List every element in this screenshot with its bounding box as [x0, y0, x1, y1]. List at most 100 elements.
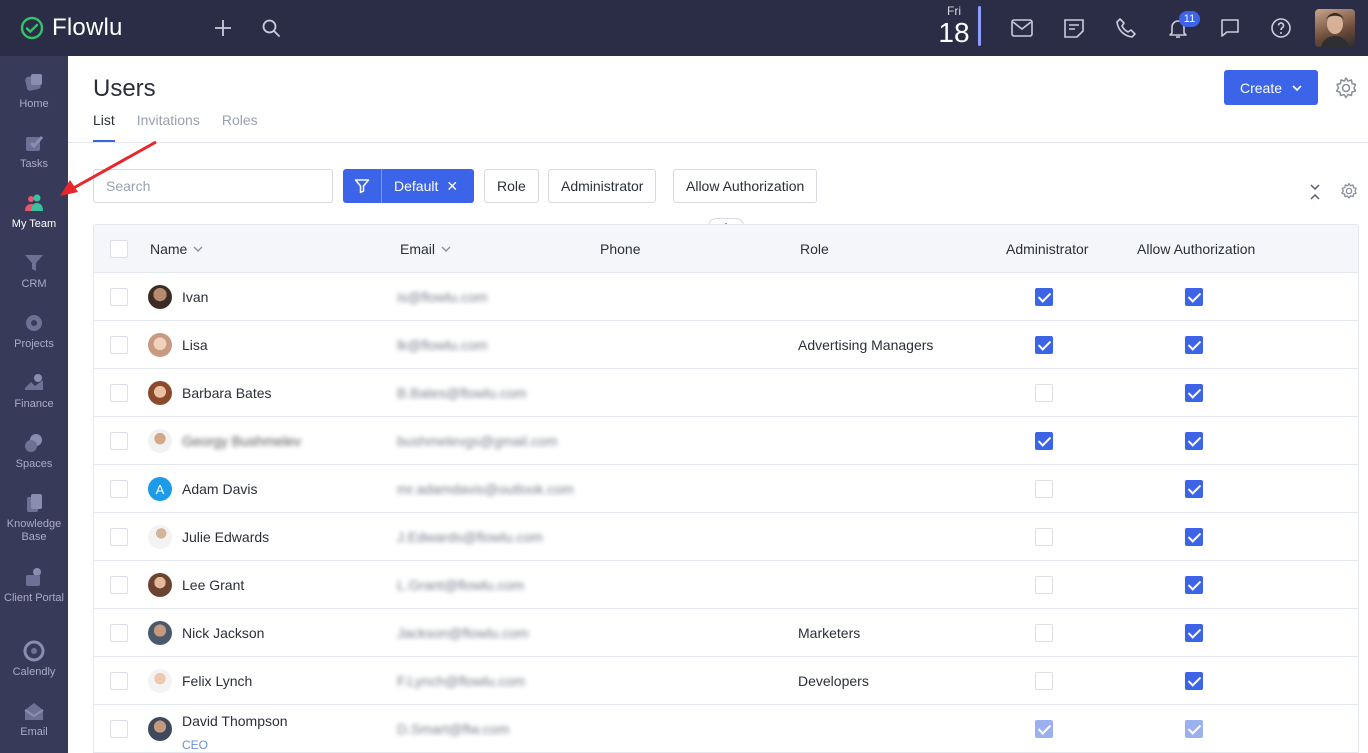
- administrator-checkbox[interactable]: [1035, 528, 1053, 546]
- sidebar-item-home[interactable]: Home: [0, 72, 68, 111]
- row-checkbox[interactable]: [110, 480, 128, 498]
- row-checkbox[interactable]: [110, 384, 128, 402]
- default-filter[interactable]: Default ✕: [343, 169, 474, 203]
- user-name[interactable]: Lisa: [182, 337, 208, 353]
- top-bar: Flowlu Fri 18 11: [0, 0, 1368, 56]
- row-checkbox[interactable]: [110, 336, 128, 354]
- user-name[interactable]: Julie Edwards: [182, 529, 269, 545]
- sidebar-item-crm[interactable]: CRM: [0, 252, 68, 291]
- user-name[interactable]: David Thompson: [182, 713, 288, 729]
- add-icon[interactable]: [209, 14, 237, 42]
- column-label: Role: [800, 241, 829, 257]
- table-row[interactable]: Felix Lynch F.Lynch@flowlu.com Developers: [94, 657, 1358, 705]
- calendly-icon: [23, 640, 45, 662]
- settings-gear-icon[interactable]: [1334, 76, 1358, 100]
- close-icon[interactable]: ✕: [446, 178, 458, 195]
- search-icon[interactable]: [257, 14, 285, 42]
- row-checkbox[interactable]: [110, 720, 128, 738]
- sidebar-label: Email: [20, 726, 48, 738]
- column-label: Email: [400, 241, 436, 257]
- allow-authorization-checkbox[interactable]: [1185, 288, 1203, 306]
- user-name[interactable]: Ivan: [182, 289, 208, 305]
- select-all-checkbox[interactable]: [110, 240, 128, 258]
- sidebar-item-knowledge-base[interactable]: Knowledge Base: [0, 492, 68, 544]
- row-checkbox[interactable]: [110, 672, 128, 690]
- table-settings-gear-icon[interactable]: [1340, 182, 1358, 200]
- date-widget[interactable]: Fri 18: [932, 4, 976, 48]
- user-name[interactable]: Georgy Bushmelev: [182, 433, 301, 449]
- allow-authorization-checkbox[interactable]: [1185, 480, 1203, 498]
- user-name[interactable]: Lee Grant: [182, 577, 244, 593]
- administrator-checkbox[interactable]: [1035, 624, 1053, 642]
- administrator-checkbox[interactable]: [1035, 480, 1053, 498]
- sidebar-item-projects[interactable]: Projects: [0, 312, 68, 351]
- mail-icon[interactable]: [1008, 14, 1036, 42]
- allow-authorization-checkbox[interactable]: [1185, 528, 1203, 546]
- column-header-email[interactable]: Email: [400, 241, 451, 257]
- user-email: D.Smart@flw.com: [397, 721, 510, 737]
- administrator-checkbox[interactable]: [1035, 288, 1053, 306]
- row-checkbox[interactable]: [110, 528, 128, 546]
- allow-authorization-checkbox[interactable]: [1185, 720, 1203, 738]
- phone-icon[interactable]: [1112, 14, 1140, 42]
- allow-authorization-checkbox[interactable]: [1185, 432, 1203, 450]
- notes-icon[interactable]: [1060, 14, 1088, 42]
- sidebar-item-calendly[interactable]: Calendly: [0, 640, 68, 679]
- sidebar-item-spaces[interactable]: Spaces: [0, 432, 68, 471]
- allow-authorization-checkbox[interactable]: [1185, 576, 1203, 594]
- administrator-checkbox[interactable]: [1035, 576, 1053, 594]
- table-row[interactable]: David Thompson CEO D.Smart@flw.com: [94, 705, 1358, 753]
- user-name[interactable]: Nick Jackson: [182, 625, 264, 641]
- help-icon[interactable]: [1267, 14, 1295, 42]
- column-header-phone[interactable]: Phone: [600, 241, 640, 257]
- column-header-allow-authorization[interactable]: Allow Authorization: [1137, 241, 1255, 257]
- sidebar-item-client-portal[interactable]: Client Portal: [0, 566, 68, 605]
- create-button[interactable]: Create: [1224, 70, 1318, 105]
- administrator-checkbox[interactable]: [1035, 336, 1053, 354]
- app-logo[interactable]: Flowlu: [20, 14, 123, 42]
- allow-authorization-checkbox[interactable]: [1185, 384, 1203, 402]
- column-header-role[interactable]: Role: [800, 241, 829, 257]
- administrator-checkbox[interactable]: [1035, 672, 1053, 690]
- sidebar-label: Home: [19, 98, 49, 110]
- tab-roles[interactable]: Roles: [222, 112, 258, 142]
- filter-chip-allow-authorization[interactable]: Allow Authorization: [673, 169, 818, 203]
- column-header-administrator[interactable]: Administrator: [1006, 241, 1088, 257]
- expand-collapse-icon[interactable]: [1308, 183, 1322, 201]
- user-name[interactable]: Barbara Bates: [182, 385, 272, 401]
- sidebar-label: Spaces: [15, 458, 53, 470]
- row-checkbox[interactable]: [110, 288, 128, 306]
- table-row[interactable]: A Adam Davis mr.adamdavis@outlook.com: [94, 465, 1358, 513]
- table-row[interactable]: Nick Jackson Jackson@flowlu.com Marketers: [94, 609, 1358, 657]
- allow-authorization-checkbox[interactable]: [1185, 672, 1203, 690]
- row-checkbox[interactable]: [110, 432, 128, 450]
- sidebar-label: CRM: [21, 278, 47, 290]
- allow-authorization-checkbox[interactable]: [1185, 624, 1203, 642]
- administrator-checkbox[interactable]: [1035, 432, 1053, 450]
- table-row[interactable]: Georgy Bushmelev bushmelevgs@gmail.com: [94, 417, 1358, 465]
- sidebar-label: Client Portal: [4, 592, 64, 604]
- user-name[interactable]: Adam Davis: [182, 481, 257, 497]
- tab-invitations[interactable]: Invitations: [137, 112, 200, 142]
- column-header-name[interactable]: Name: [150, 241, 203, 257]
- sidebar-item-email[interactable]: Email: [0, 700, 68, 739]
- tab-list[interactable]: List: [93, 112, 115, 142]
- table-row[interactable]: Barbara Bates B.Bates@flowlu.com: [94, 369, 1358, 417]
- user-name[interactable]: Felix Lynch: [182, 673, 252, 689]
- user-avatar[interactable]: [1315, 9, 1355, 47]
- filter-chip-role[interactable]: Role: [484, 169, 539, 203]
- allow-authorization-checkbox[interactable]: [1185, 336, 1203, 354]
- administrator-checkbox[interactable]: [1035, 720, 1053, 738]
- row-checkbox[interactable]: [110, 576, 128, 594]
- table-row[interactable]: Lisa lk@flowlu.com Advertising Managers: [94, 321, 1358, 369]
- filter-chip-administrator[interactable]: Administrator: [548, 169, 657, 203]
- filter-icon[interactable]: [343, 169, 382, 203]
- chat-icon[interactable]: [1216, 14, 1244, 42]
- row-checkbox[interactable]: [110, 624, 128, 642]
- administrator-checkbox[interactable]: [1035, 384, 1053, 402]
- table-row[interactable]: Lee Grant L.Grant@flowlu.com: [94, 561, 1358, 609]
- day-of-week: Fri: [947, 4, 961, 18]
- sidebar-item-finance[interactable]: Finance: [0, 372, 68, 411]
- table-row[interactable]: Julie Edwards J.Edwards@flowlu.com: [94, 513, 1358, 561]
- table-row[interactable]: Ivan is@flowlu.com: [94, 273, 1358, 321]
